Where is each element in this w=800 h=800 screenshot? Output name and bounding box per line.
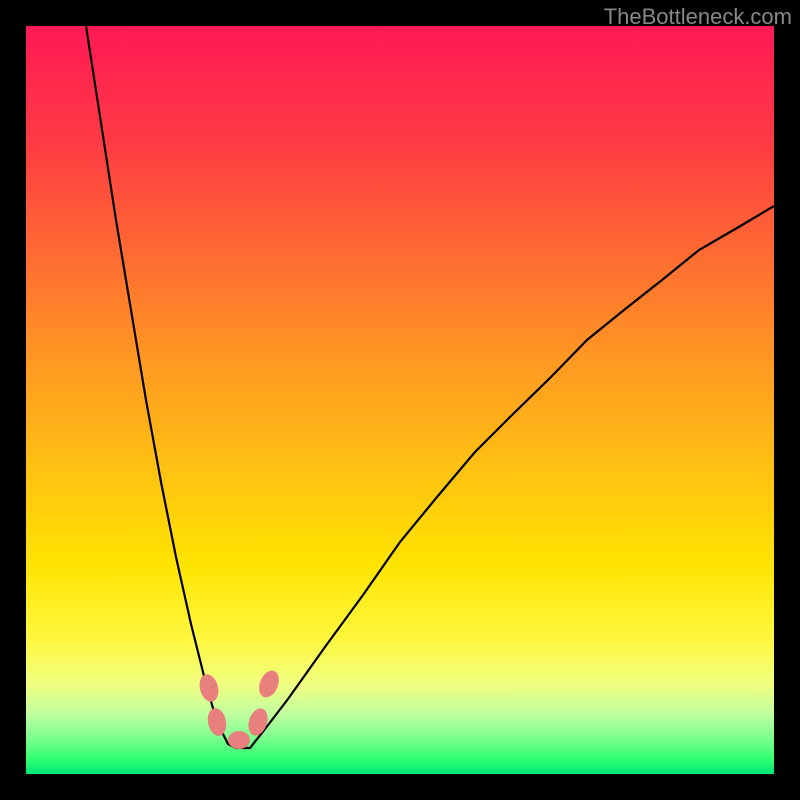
chart-plot-area [26, 26, 774, 774]
marker-dot [255, 668, 282, 701]
marker-dot [197, 672, 222, 704]
curve-path [86, 26, 774, 748]
marker-dot [205, 706, 228, 737]
watermark-text: TheBottleneck.com [604, 4, 792, 30]
chart-container: TheBottleneck.com [0, 0, 800, 800]
marker-dot [245, 706, 271, 738]
bottleneck-curve-svg [26, 26, 774, 774]
marker-dot [228, 731, 250, 749]
